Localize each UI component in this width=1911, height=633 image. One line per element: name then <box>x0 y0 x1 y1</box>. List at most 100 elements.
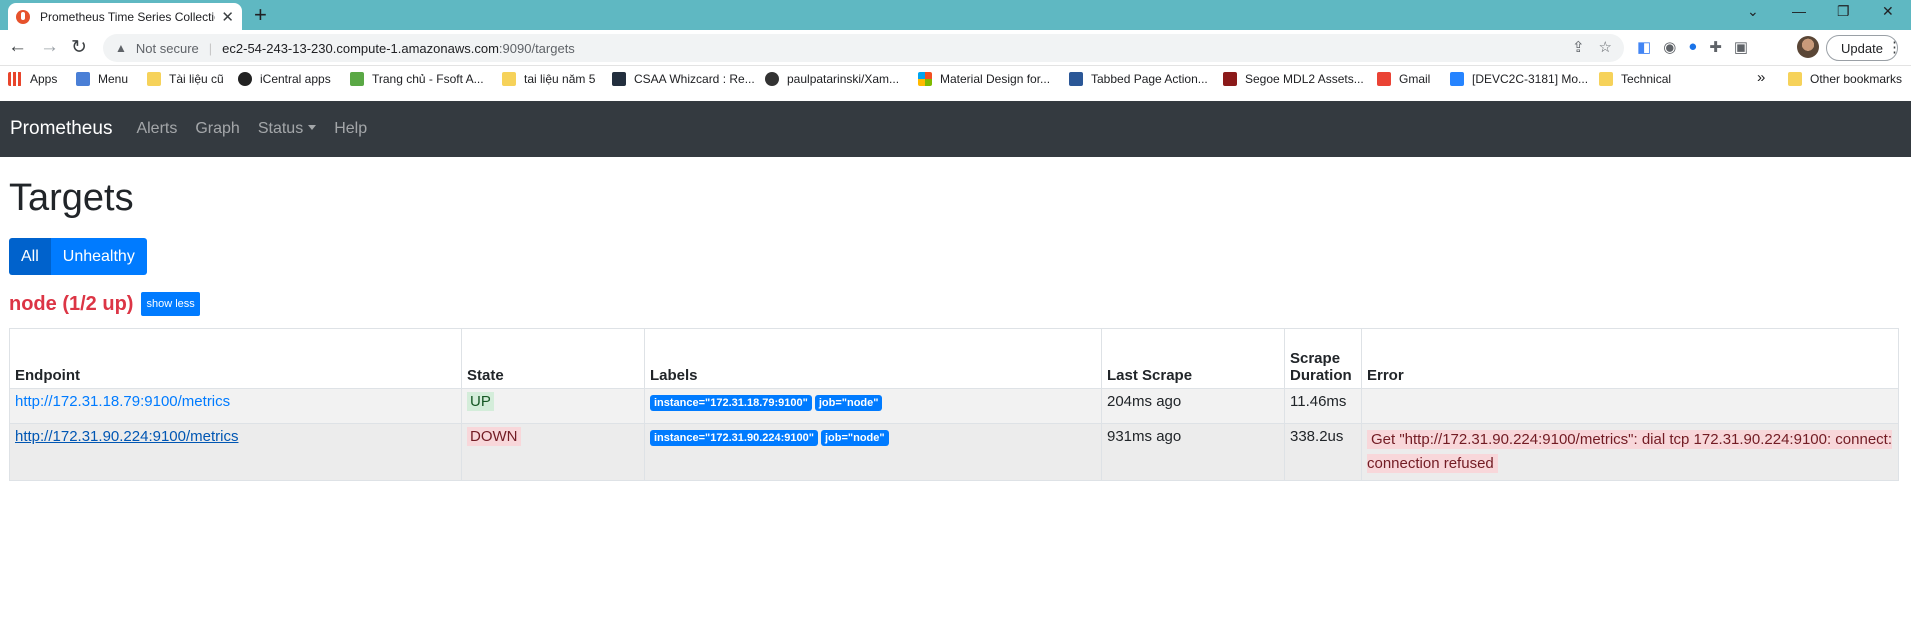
maximize-button[interactable]: ❐ <box>1837 3 1850 20</box>
browser-toolbar: ← → ↻ ▲ Not secure | ec2-54-243-13-230.c… <box>0 30 1911 66</box>
table-row: http://172.31.18.79:9100/metrics UP inst… <box>9 388 1899 424</box>
bookmark-label: Menu <box>98 72 129 86</box>
bookmarks-bar: Apps Menu Tài liệu cũ iCentral apps Tran… <box>0 66 1911 93</box>
extension-icons: ◧ ◉ ● ✚ ▣ <box>1637 38 1748 56</box>
page-title: Targets <box>9 177 134 219</box>
show-less-button[interactable]: show less <box>141 292 200 316</box>
bookmark-label: tai liệu năm 5 <box>524 72 596 86</box>
last-scrape-cell: 931ms ago <box>1101 423 1285 481</box>
apps-grid-icon <box>8 72 22 86</box>
reload-icon[interactable]: ↻ <box>71 36 87 59</box>
bookmark-star-icon[interactable]: ☆ <box>1599 38 1612 56</box>
nav-status-dropdown[interactable]: Status <box>257 120 317 138</box>
bookmark-item[interactable]: Other bookmarks <box>1788 72 1902 86</box>
extension-badge-icon[interactable]: ● <box>1688 38 1697 56</box>
bookmark-item[interactable]: Material Design for... <box>918 72 1050 86</box>
state-cell: DOWN <box>461 423 645 481</box>
profile-avatar[interactable] <box>1797 36 1819 58</box>
forward-icon[interactable]: → <box>40 36 59 58</box>
omnibox-divider: | <box>208 40 213 56</box>
bookmark-item[interactable]: tai liệu năm 5 <box>502 72 595 86</box>
microsoft-icon <box>918 72 932 86</box>
prometheus-navbar: Prometheus Alerts Graph Status Help <box>0 101 1911 157</box>
minimize-button[interactable]: — <box>1792 3 1806 19</box>
endpoint-link[interactable]: http://172.31.90.224:9100/metrics <box>15 428 238 445</box>
error-message: Get "http://172.31.90.224:9100/metrics":… <box>1367 430 1893 473</box>
endpoint-cell: http://172.31.18.79:9100/metrics <box>9 388 462 424</box>
tabbed-icon <box>1069 72 1083 86</box>
label-badge[interactable]: instance="172.31.18.79:9100" <box>650 395 812 411</box>
side-panel-icon[interactable]: ▣ <box>1734 38 1748 56</box>
error-cell <box>1361 388 1899 424</box>
state-badge: DOWN <box>467 427 521 446</box>
bookmark-item[interactable]: [DEVC2C-3181] Mo... <box>1450 72 1588 86</box>
column-header: Endpoint <box>9 328 462 389</box>
bookmark-item[interactable]: iCentral apps <box>238 72 331 86</box>
back-icon[interactable]: ← <box>8 36 27 58</box>
screenshot-extension-icon[interactable]: ◉ <box>1663 38 1676 56</box>
tab-search-icon[interactable]: ⌄ <box>1747 3 1759 20</box>
folder-icon <box>1599 72 1613 86</box>
job-header: node (1/2 up) show less <box>9 292 200 316</box>
bookmark-label: Material Design for... <box>940 72 1051 86</box>
bookmark-item[interactable]: Tabbed Page Action... <box>1069 72 1208 86</box>
omnibox-actions: ⇪ ☆ <box>1572 38 1612 56</box>
filter-unhealthy-button[interactable]: Unhealthy <box>50 238 147 275</box>
bookmark-item[interactable]: Apps <box>8 72 57 86</box>
label-badge[interactable]: job="node" <box>814 395 883 411</box>
column-header: State <box>461 328 645 389</box>
labels-cell: instance="172.31.18.79:9100" job="node" <box>644 388 1102 424</box>
aws-icon <box>612 72 626 86</box>
browser-tab[interactable]: Prometheus Time Series Collection ✕ <box>8 3 242 30</box>
tab-close-icon[interactable]: ✕ <box>221 8 234 26</box>
bookmark-label: CSAA Whizcard : Re... <box>634 72 755 86</box>
bookmark-item[interactable]: Tài liệu cũ <box>147 72 224 86</box>
bookmark-label: Apps <box>30 72 58 86</box>
label-badge[interactable]: job="node" <box>820 430 889 446</box>
folder-icon <box>147 72 161 86</box>
close-window-button[interactable]: ✕ <box>1882 3 1894 20</box>
menu-icon <box>76 72 90 86</box>
targets-table: Endpoint State Labels Last Scrape Scrape… <box>9 328 1899 481</box>
bookmark-item[interactable]: paulpatarinski/Xam... <box>765 72 899 86</box>
new-tab-button[interactable]: + <box>254 2 267 28</box>
nav-graph[interactable]: Graph <box>195 120 239 138</box>
bookmark-item[interactable]: Segoe MDL2 Assets... <box>1223 72 1364 86</box>
extensions-puzzle-icon[interactable]: ✚ <box>1709 38 1722 56</box>
share-icon[interactable]: ⇪ <box>1572 38 1585 56</box>
caret-down-icon <box>308 125 317 130</box>
browser-titlebar: Prometheus Time Series Collection ✕ + ⌄ … <box>0 0 1911 30</box>
url-path: :9090/targets <box>498 40 575 56</box>
nav-help[interactable]: Help <box>334 120 367 138</box>
folder-icon <box>502 72 516 86</box>
state-badge: UP <box>467 392 494 411</box>
bookmark-item[interactable]: CSAA Whizcard : Re... <box>612 72 755 86</box>
address-bar[interactable]: ▲ Not secure | ec2-54-243-13-230.compute… <box>103 34 1624 62</box>
bookmark-item[interactable]: Technical <box>1599 72 1671 86</box>
nav-alerts[interactable]: Alerts <box>136 120 177 138</box>
prometheus-favicon-icon <box>16 9 30 24</box>
last-scrape-cell: 204ms ago <box>1101 388 1285 424</box>
duration-cell: 11.46ms <box>1284 388 1362 424</box>
bookmark-item[interactable]: Menu <box>76 72 128 86</box>
nav-status-label: Status <box>257 120 304 137</box>
brand-link[interactable]: Prometheus <box>10 118 112 140</box>
label-badge[interactable]: instance="172.31.90.224:9100" <box>650 430 818 446</box>
column-header: Labels <box>644 328 1102 389</box>
warning-icon: ▲ <box>115 41 127 55</box>
filter-all-button[interactable]: All <box>9 238 51 275</box>
bookmark-label: Segoe MDL2 Assets... <box>1245 72 1364 86</box>
browser-menu-icon[interactable]: ⋮ <box>1887 38 1902 56</box>
jira-icon <box>1450 72 1464 86</box>
bookmark-item[interactable]: Gmail <box>1377 72 1430 86</box>
more-bookmarks-chevron[interactable]: » <box>1757 69 1765 86</box>
bookmark-label: Tài liệu cũ <box>169 72 224 86</box>
folder-icon <box>1788 72 1802 86</box>
error-cell: Get "http://172.31.90.224:9100/metrics":… <box>1361 423 1899 481</box>
translate-extension-icon[interactable]: ◧ <box>1637 38 1651 56</box>
column-header: Error <box>1361 328 1899 389</box>
endpoint-link[interactable]: http://172.31.18.79:9100/metrics <box>15 393 230 410</box>
bookmark-item[interactable]: Trang chủ - Fsoft A... <box>350 72 484 86</box>
icentral-icon <box>238 72 252 86</box>
gmail-icon <box>1377 72 1391 86</box>
